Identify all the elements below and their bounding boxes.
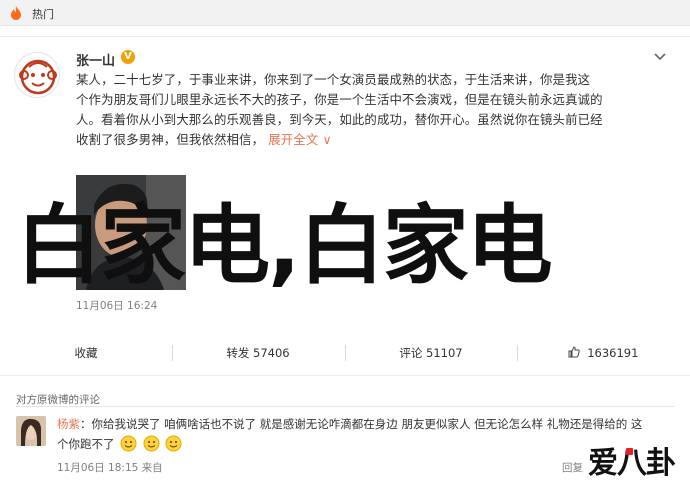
comment-colon: ： — [80, 417, 92, 431]
post-body: 某人，二十七岁了，于事业来讲，你来到了一个女演员最成熟的状态，于生活来讲，你是我… — [76, 70, 674, 150]
smile-emoji-icon — [165, 435, 182, 452]
brand-logo: 爱八卦 — [588, 446, 676, 481]
post-line: 个作为朋友哥们儿眼里永远长不大的孩子，你是一个生活中不会演戏，但是在镜头前永远真… — [76, 92, 603, 107]
post-line-last: 收割了很多男神，但我依然相信， 展开全文 ∨ — [76, 130, 674, 150]
post-time: 11月06日 16:24 — [76, 298, 159, 313]
thumbs-up-icon — [568, 346, 580, 358]
post-timestamp[interactable]: 11月06日 16:24 — [76, 300, 157, 312]
comment-author[interactable]: 杨紫 — [57, 417, 80, 431]
post-line: 人。看着你从小到大那么的乐观善良，到今天，如此的成功，替你开心。虽然说你在镜头前… — [76, 112, 603, 127]
watermark-text: 白家电,白家电 — [16, 196, 553, 296]
expand-link[interactable]: 展开全文 ∨ — [268, 132, 332, 147]
chevron-down-icon: ∨ — [322, 132, 332, 147]
smile-emoji-icon — [120, 435, 137, 452]
post-line: 收割了很多男神，但我依然相信， — [76, 132, 265, 147]
avatar[interactable] — [14, 52, 60, 98]
forward-button[interactable]: 转发 57406 — [172, 334, 344, 372]
reply-link[interactable]: 回复 — [562, 460, 583, 475]
chevron-down-icon[interactable] — [652, 50, 668, 64]
divider — [16, 406, 674, 407]
like-button[interactable]: 1636191 — [517, 334, 689, 372]
comments-header: 对方原微博的评论 — [16, 394, 100, 406]
action-bar: 收藏 转发 57406 评论 51107 1636191 — [0, 334, 690, 372]
smile-emoji-icon — [143, 435, 160, 452]
comment-line: 杨紫：你给我说哭了 咱俩啥话也不说了 就是感谢无论咋滴都在身边 朋友更似家人 但… — [57, 414, 669, 434]
top-bar: 热门 — [0, 0, 690, 26]
comment-line: 个你跑不了 — [57, 434, 669, 454]
favorite-label: 收藏 — [74, 346, 98, 360]
comment-body: 杨紫：你给我说哭了 咱俩啥话也不说了 就是感谢无论咋滴都在身边 朋友更似家人 但… — [57, 414, 669, 454]
comment-label: 评论 51107 — [399, 346, 463, 360]
like-count: 1636191 — [587, 346, 639, 360]
username[interactable]: 张一山 — [76, 50, 115, 69]
topbar-label: 热门 — [32, 8, 54, 21]
forward-label: 转发 57406 — [226, 346, 290, 360]
brand-dot — [626, 448, 633, 455]
post-line: 某人，二十七岁了，于事业来讲，你来到了一个女演员最成熟的状态，于生活来讲，你是我… — [76, 72, 591, 87]
expand-label: 展开全文 — [268, 132, 319, 147]
person-avatar-icon — [16, 416, 46, 446]
vip-badge: V — [121, 50, 135, 64]
avatar[interactable] — [16, 416, 46, 446]
comment-text: 个你跑不了 — [57, 437, 115, 451]
favorite-button[interactable]: 收藏 — [0, 334, 172, 372]
comment-text: 你给我说哭了 咱俩啥话也不说了 就是感谢无论咋滴都在身边 朋友更似家人 但无论怎… — [91, 417, 643, 431]
comment-button[interactable]: 评论 51107 — [345, 334, 517, 372]
monkey-avatar-icon — [16, 54, 59, 97]
fire-icon — [11, 6, 21, 20]
comment-time: 11月06日 18:15 来自 — [57, 462, 163, 474]
